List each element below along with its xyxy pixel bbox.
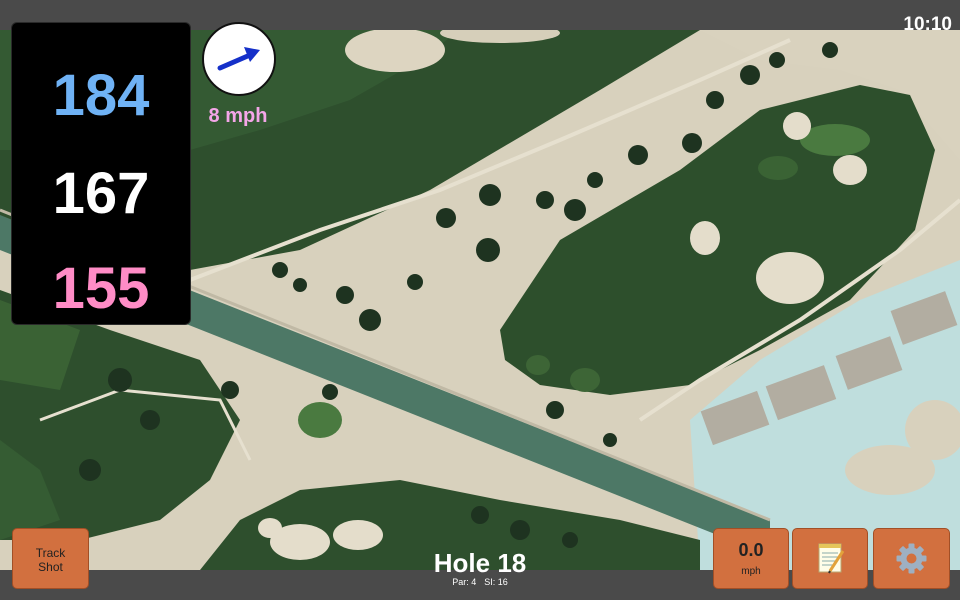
speed-button[interactable]: 0.0 mph [713,528,789,589]
front-distance: 155 [52,256,150,321]
settings-button[interactable] [873,528,950,589]
gear-icon [896,543,927,574]
back-distance: 184 [52,63,150,128]
hole-info: Par: 4 SI: 16 [380,577,580,587]
notes-button[interactable] [792,528,868,589]
hole-title: Hole 18 [433,548,527,578]
speed-unit: mph [741,566,761,577]
wind-indicator [202,22,276,96]
track-shot-label: Track Shot [35,546,66,574]
wind-speed: 8 mph [208,105,268,127]
track-shot-button[interactable]: Track Shot [12,528,89,589]
middle-distance: 167 [52,161,150,226]
wind-arrow-icon [217,47,260,71]
hole-stroke-index: SI: 16 [484,577,508,587]
hole-par: Par: 4 [452,577,477,587]
speed-value: 0.0 [738,540,764,560]
notepad-icon [818,543,845,574]
distance-panel: 184 167 155 [11,22,191,325]
